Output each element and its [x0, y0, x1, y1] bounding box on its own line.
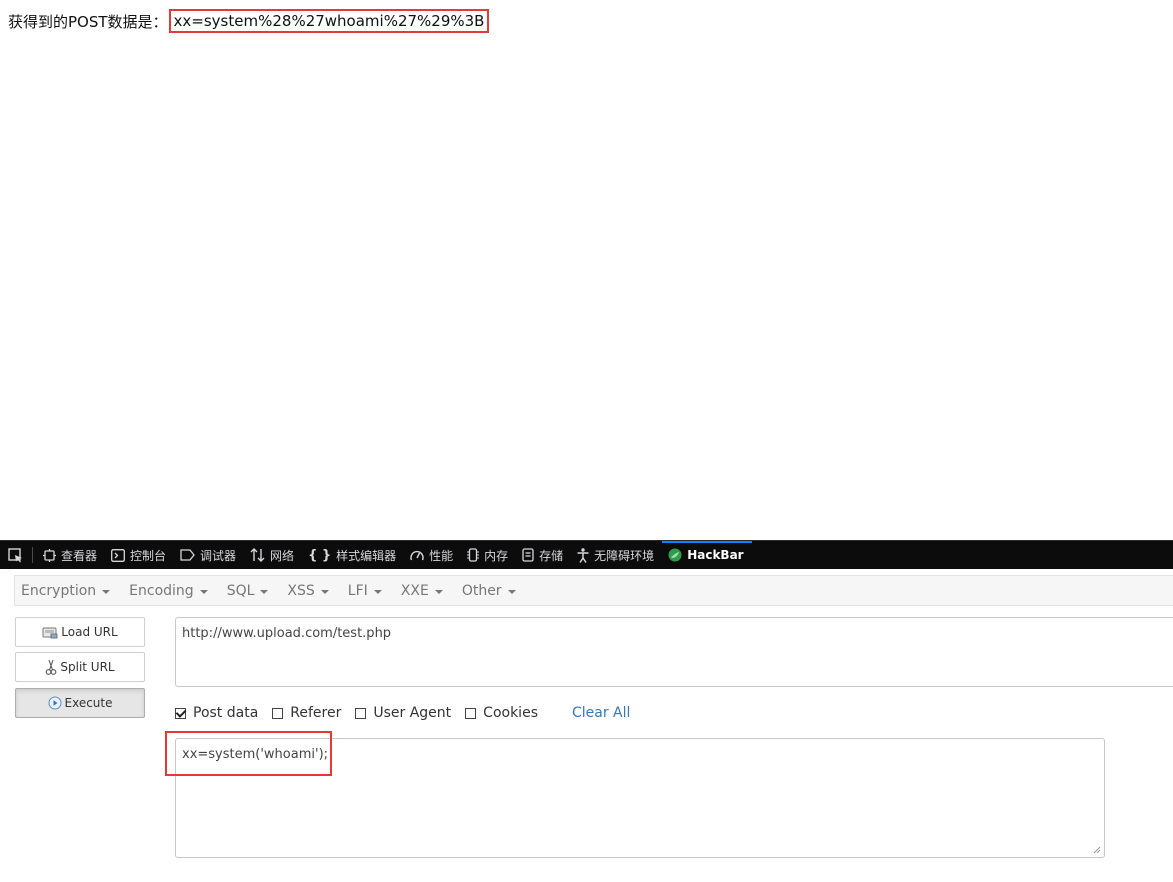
tab-hackbar[interactable]: HackBar	[662, 540, 752, 570]
post-result-line: 获得到的POST数据是： xx=system%28%27whoami%27%29…	[8, 9, 490, 33]
tab-debugger[interactable]: 调试器	[174, 541, 244, 570]
referer-checkbox[interactable]	[272, 707, 284, 719]
menu-label: SQL	[226, 582, 255, 599]
debugger-icon	[180, 549, 195, 561]
element-picker-icon[interactable]	[0, 541, 30, 570]
hackbar-menu: Encryption Encoding SQL XSS LFI XXE Othe…	[14, 575, 1173, 606]
cookies-checkbox[interactable]	[465, 707, 477, 719]
option-label: Cookies	[483, 705, 538, 721]
caret-down-icon	[507, 589, 516, 594]
inspector-icon	[43, 548, 56, 562]
split-url-label: Split URL	[60, 660, 115, 674]
console-icon	[111, 548, 125, 562]
tab-label: 性能	[429, 548, 454, 563]
option-label: Post data	[193, 705, 259, 721]
caret-down-icon	[102, 589, 111, 594]
option-post-data[interactable]: Post data	[175, 705, 258, 721]
post-data-value: xx=system('whoami');	[182, 747, 329, 762]
menu-encryption[interactable]: Encryption	[21, 582, 111, 599]
caret-down-icon	[373, 589, 382, 594]
tab-network[interactable]: 网络	[244, 541, 302, 570]
tab-label: 查看器	[61, 548, 98, 563]
tab-label: 控制台	[130, 548, 167, 563]
menu-label: Encryption	[21, 582, 97, 599]
performance-icon	[410, 550, 424, 561]
tab-label: 存储	[539, 548, 564, 563]
play-icon	[48, 696, 61, 710]
tab-label: 内存	[484, 548, 509, 563]
scissors-icon	[46, 659, 57, 675]
caret-down-icon	[320, 589, 329, 594]
menu-encoding[interactable]: Encoding	[129, 583, 208, 599]
caret-down-icon	[199, 589, 208, 594]
url-textarea[interactable]: http://www.upload.com/test.php	[175, 617, 1173, 687]
hackbar-icon	[668, 548, 682, 562]
tab-inspector[interactable]: 查看器	[37, 541, 105, 570]
tab-performance[interactable]: 性能	[404, 541, 461, 570]
memory-icon	[467, 548, 480, 562]
post-data-textarea[interactable]: xx=system('whoami');	[175, 738, 1105, 858]
load-url-label: Load URL	[61, 625, 118, 639]
menu-xss[interactable]: XSS	[287, 582, 329, 599]
tab-label: 样式编辑器	[336, 548, 397, 563]
menu-label: Other	[461, 582, 502, 599]
toolbar-separator	[32, 547, 33, 563]
menu-sql[interactable]: SQL	[227, 583, 269, 599]
execute-button[interactable]: Execute	[15, 688, 145, 718]
tab-label: HackBar	[687, 548, 744, 562]
network-icon	[250, 548, 265, 562]
split-url-button[interactable]: Split URL	[15, 652, 145, 682]
menu-label: Encoding	[129, 582, 194, 599]
tab-console[interactable]: 控制台	[105, 541, 174, 570]
clear-all-link[interactable]: Clear All	[572, 705, 630, 721]
menu-label: XSS	[287, 582, 315, 599]
menu-label: LFI	[347, 582, 368, 599]
user-agent-checkbox[interactable]	[355, 707, 367, 719]
caret-down-icon	[260, 589, 269, 594]
menu-lfi[interactable]: LFI	[348, 583, 382, 599]
request-options: Post data Referer User Agent Cookies Cle…	[175, 704, 630, 722]
style-editor-icon: { }	[308, 547, 332, 563]
post-data-checkbox[interactable]	[175, 707, 186, 719]
option-referer[interactable]: Referer	[272, 705, 341, 721]
caret-down-icon	[434, 589, 443, 594]
execute-label: Execute	[64, 696, 113, 710]
devtools-toolbar: 查看器 控制台 调试器 网络 { } 样式编辑器 性能 内存 存储 无障碍环境 …	[0, 540, 1173, 569]
storage-icon	[522, 548, 534, 562]
tab-accessibility[interactable]: 无障碍环境	[571, 541, 662, 570]
resize-grip-icon[interactable]	[1093, 846, 1101, 854]
option-label: Referer	[290, 705, 342, 721]
tab-label: 调试器	[200, 548, 237, 563]
post-result-label: 获得到的POST数据是：	[8, 12, 168, 31]
menu-xxe[interactable]: XXE	[401, 583, 443, 599]
load-url-icon	[42, 627, 58, 639]
tab-memory[interactable]: 内存	[461, 541, 516, 570]
tab-storage[interactable]: 存储	[516, 541, 571, 570]
post-result-value: xx=system%28%27whoami%27%29%3B	[168, 9, 490, 33]
tab-style-editor[interactable]: { } 样式编辑器	[302, 541, 404, 570]
menu-label: XXE	[400, 582, 429, 599]
option-label: User Agent	[373, 705, 452, 721]
tab-label: 网络	[270, 548, 295, 563]
menu-other[interactable]: Other	[462, 583, 516, 599]
option-cookies[interactable]: Cookies	[465, 705, 538, 721]
load-url-button[interactable]: Load URL	[15, 617, 145, 647]
tab-label: 无障碍环境	[594, 548, 655, 563]
accessibility-icon	[577, 547, 589, 563]
option-user-agent[interactable]: User Agent	[355, 705, 451, 721]
